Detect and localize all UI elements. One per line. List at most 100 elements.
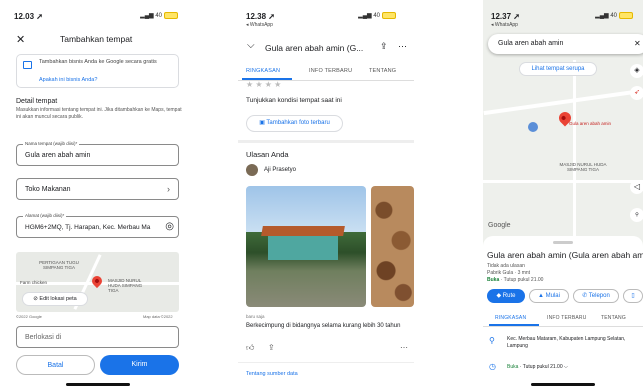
divider	[238, 362, 414, 363]
tab-updates[interactable]: INFO TERBARU	[309, 68, 352, 74]
call-label: Telepon	[588, 293, 610, 299]
tab-updates[interactable]: INFO TERBARU	[547, 315, 587, 321]
location-icon: ➚	[36, 12, 43, 21]
edit-map-location-button[interactable]: ⊘ Edit lokasi peta	[22, 292, 88, 306]
category-line: Pabrik Gula · 3 mnt	[487, 270, 531, 276]
tab-summary[interactable]: RINGKASAN	[495, 315, 526, 321]
store-icon	[23, 61, 32, 69]
google-logo: Google	[488, 222, 511, 229]
address-field[interactable]: Alamat (wajib diisi)* HGM6+2MQ, Tj. Hara…	[16, 213, 179, 238]
place-review-screen: 12.38 ➚ ▂▄▆ 40 ◂ WhatsApp ⌵ Gula aren ab…	[238, 0, 414, 392]
add-photo-button[interactable]: ▣ Tambahkan foto terbaru	[246, 115, 343, 132]
close-icon[interactable]: ✕	[16, 33, 25, 46]
battery-icon	[164, 12, 178, 19]
road	[573, 60, 576, 246]
claim-business-link[interactable]: Apakah ini bisnis Anda?	[39, 77, 97, 83]
category-field[interactable]: Toko Makanan ›	[16, 178, 179, 200]
update-prompt: Tunjukkan kondisi tempat saat ini	[246, 97, 342, 104]
data-sources-link[interactable]: Tentang sumber data	[246, 371, 298, 377]
house-roof	[261, 226, 345, 236]
open-status: Buka	[487, 277, 500, 283]
battery-level: 40	[373, 13, 380, 20]
add-photo-label: Tambahkan foto terbaru	[266, 120, 330, 126]
share-icon[interactable]: ⇪	[380, 41, 388, 52]
located-in-field[interactable]: Berlokasi di	[16, 326, 179, 348]
photo-timestamp: baru saja	[246, 314, 265, 319]
chevron-right-icon: ›	[167, 184, 170, 194]
address-text[interactable]: Kec. Merbau Mataram, Kabupaten Lampung S…	[507, 336, 641, 349]
place-marker-icon	[528, 122, 538, 132]
tab-about[interactable]: TENTANG	[369, 68, 396, 74]
battery-indicator: ▂▄▆ 40	[358, 12, 396, 19]
home-indicator	[531, 383, 595, 386]
battery-indicator: ▂▄▆ 40	[595, 12, 633, 19]
place-sheet: Gula aren abah amin (Gula aren abah am T…	[483, 236, 643, 392]
category-value: Toko Makanan	[25, 186, 71, 193]
review-more-icon[interactable]: ⋯	[400, 343, 408, 352]
navigation-icon[interactable]: ◁	[630, 180, 643, 194]
status-bar: 12.03 ➚ ▂▄▆ 40	[14, 12, 188, 24]
battery-level: 40	[155, 13, 162, 20]
back-to-whatsapp[interactable]: ◂ WhatsApp	[246, 22, 273, 28]
start-icon: ▲	[538, 293, 546, 299]
map-label-tugu: PERTIGAAN TUGU SIMPANG TIGA	[39, 260, 79, 270]
place-name-value: Gula aren abah amin	[25, 152, 91, 159]
house-wall	[268, 234, 338, 260]
edit-map-location-label: Edit lokasi peta	[39, 296, 77, 302]
located-in-placeholder: Berlokasi di	[25, 334, 62, 341]
search-bar[interactable]: Gula aren abah amin ✕	[488, 34, 643, 54]
compass-icon[interactable]: ➶	[630, 86, 643, 100]
live-view-icon[interactable]: ⚲	[630, 208, 643, 222]
share-review-icon[interactable]: ⇪	[268, 343, 275, 352]
hours-closing: · Tutup pukul 21.00	[518, 364, 563, 370]
more-options-icon[interactable]: ⋯	[398, 41, 407, 52]
map-label-masjid: MASJID NURUL HUDA SIMPANG TIGA	[108, 278, 143, 293]
review-photo-sugar[interactable]	[371, 186, 414, 307]
hours-open: Buka	[507, 364, 519, 370]
hours-summary: Buka · Tutup pukul 21.00	[487, 277, 543, 283]
rating-stars-icon[interactable]: ★ ★ ★ ★	[246, 80, 281, 89]
reviewer-name: Aji Prasetyo	[264, 167, 297, 173]
map-label-masjid: MASJID NURUL HUDA SIMPANG TIGA	[559, 162, 607, 172]
tab-summary[interactable]: RINGKASAN	[246, 68, 280, 74]
battery-icon	[619, 12, 633, 19]
place-map-screen: 12.37 ➚ ▂▄▆ 40 ◂ WhatsApp Gula aren abah…	[483, 0, 643, 392]
similar-places-chip[interactable]: Lihat tempat serupa	[519, 62, 597, 76]
chevron-down-icon[interactable]: ⌵	[247, 40, 255, 51]
no-reviews-text: Tidak ada ulasan	[487, 263, 525, 269]
call-button[interactable]: ✆ Telepon	[573, 289, 619, 303]
phone-icon: ✆	[582, 293, 589, 299]
home-indicator	[66, 383, 130, 386]
divider	[238, 140, 414, 143]
place-name-label: Nama tempat (wajib diisi)*	[23, 141, 80, 146]
cancel-button[interactable]: Batal	[16, 355, 95, 375]
layers-icon[interactable]: ◈	[630, 64, 643, 78]
hours-row[interactable]: Buka · Tutup pukul 21.00 ⌵	[507, 364, 568, 370]
avatar	[246, 164, 258, 176]
sheet-handle[interactable]	[553, 241, 573, 244]
search-value: Gula aren abah amin	[498, 40, 564, 47]
place-title: Gula aren abah amin (G...	[265, 43, 364, 53]
directions-button[interactable]: ◆ Rute	[487, 289, 525, 303]
review-photo-house[interactable]	[246, 186, 366, 307]
place-name-field[interactable]: Nama tempat (wajib diisi)* Gula aren aba…	[16, 141, 179, 166]
location-icon: ➚	[513, 12, 520, 21]
submit-button[interactable]: Kirim	[100, 355, 179, 375]
section-description: Masukkan informasi tentang tempat ini. J…	[16, 107, 182, 120]
thumbs-up-icon[interactable]: 👍︎	[246, 343, 254, 353]
back-to-whatsapp[interactable]: ◂ WhatsApp	[491, 22, 518, 28]
status-time: 12.38	[246, 12, 267, 21]
save-button[interactable]: ▯	[623, 289, 643, 303]
map-label-farm: Farm chicken	[20, 280, 48, 285]
map-copyright: ©2022 Google	[16, 314, 42, 319]
my-location-icon[interactable]: ◎	[165, 221, 174, 232]
clear-search-icon[interactable]: ✕	[634, 39, 641, 48]
tab-about[interactable]: TENTANG	[601, 315, 626, 321]
battery-icon	[382, 12, 396, 19]
status-time: 12.37	[491, 12, 512, 21]
battery-level: 40	[610, 13, 617, 20]
place-title: Gula aren abah amin (Gula aren abah am	[487, 250, 643, 260]
start-button[interactable]: ▲ Mulai	[529, 289, 569, 303]
promo-text: Tambahkan bisnis Anda ke Google secara g…	[39, 59, 157, 65]
location-icon: ➚	[268, 12, 275, 21]
